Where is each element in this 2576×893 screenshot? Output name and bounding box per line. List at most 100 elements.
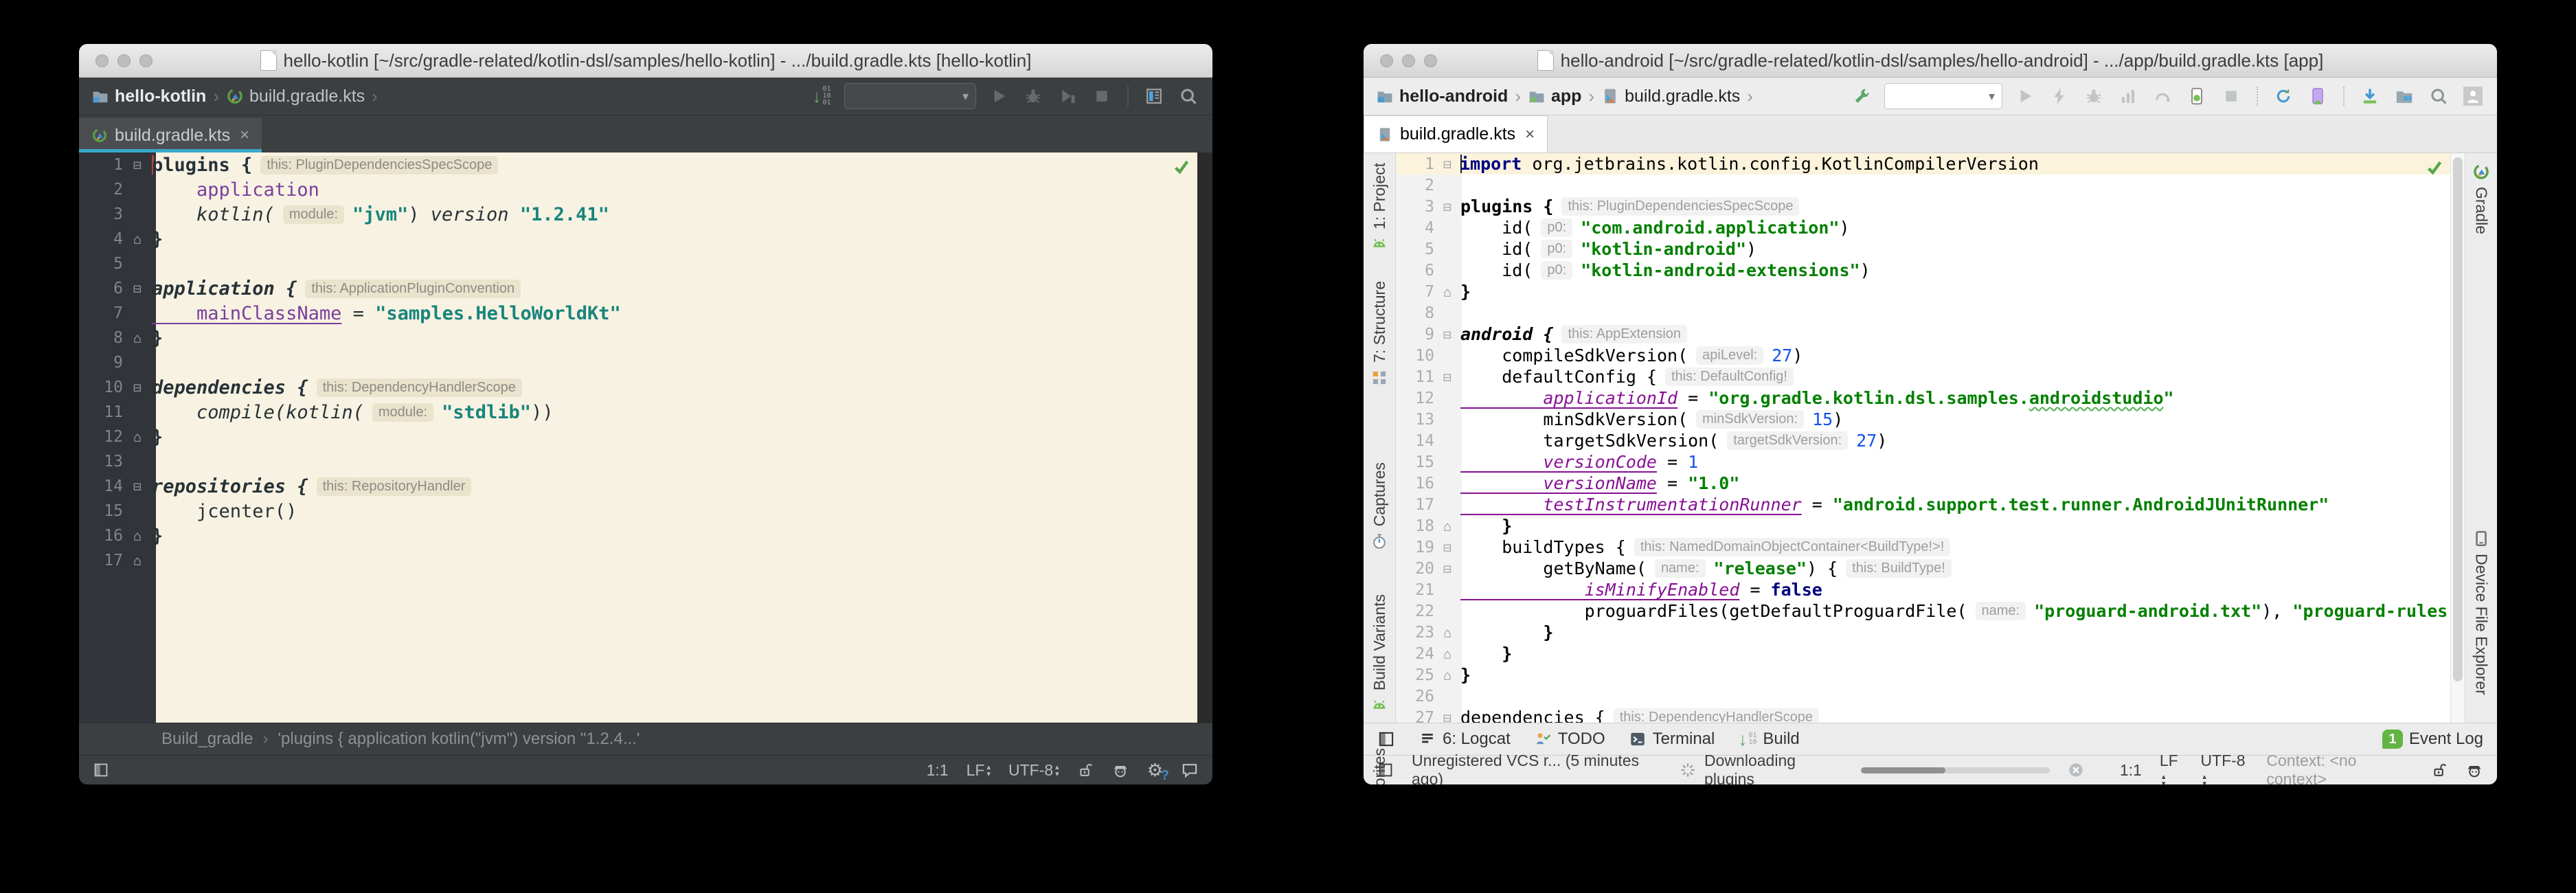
debug-button[interactable] [2082, 84, 2105, 108]
debug-button[interactable] [1021, 84, 1045, 108]
avatar-button[interactable] [2461, 84, 2485, 108]
close-button[interactable] [1380, 54, 1393, 67]
lock-icon[interactable] [1077, 762, 1094, 778]
code-line-10[interactable]: 10⊟dependencies {this: DependencyHandler… [79, 375, 1197, 400]
tool-button-7-structure[interactable]: 7: Structure [1370, 281, 1389, 387]
device-file-explorer-button[interactable] [2393, 84, 2416, 108]
avd-manager-button[interactable] [2306, 84, 2329, 108]
toolwindow-todo[interactable]: TODO [1534, 730, 1605, 749]
event-log-button[interactable]: 1Event Log [2382, 730, 2483, 749]
code-line-13[interactable]: 13 [79, 449, 1197, 474]
code-line-14[interactable]: 14 targetSdkVersion(targetSdkVersion:27) [1396, 430, 2450, 451]
code-line-12[interactable]: 12 applicationId = "org.gradle.kotlin.ds… [1396, 387, 2450, 409]
sync-project-button[interactable] [2272, 84, 2295, 108]
fold-end-icon[interactable]: ⌂ [1434, 647, 1460, 661]
close-tab-icon[interactable]: × [237, 126, 249, 145]
search-everywhere-button[interactable] [2427, 84, 2450, 108]
inspections-ok-icon[interactable] [2426, 159, 2443, 177]
code-line-16[interactable]: 16 versionName = "1.0" [1396, 473, 2450, 494]
fold-end-icon[interactable]: ⌂ [1434, 668, 1460, 682]
breadcrumb-element[interactable]: 'plugins { application kotlin("jvm") ver… [278, 730, 640, 749]
code-line-23[interactable]: 23⌂ } [1396, 622, 2450, 643]
inspections-ok-icon[interactable] [1173, 158, 1190, 176]
code-line-26[interactable]: 26 [1396, 686, 2450, 707]
code-line-1[interactable]: 1⊟import org.jetbrains.kotlin.config.Kot… [1396, 153, 2450, 174]
code-line-8[interactable]: 8⌂} [79, 326, 1197, 350]
run-button[interactable] [987, 84, 1010, 108]
run-configuration-select[interactable]: ▾ [1884, 83, 2002, 109]
lock-icon[interactable] [2431, 762, 2448, 778]
code-line-14[interactable]: 14⊟repositories {this: RepositoryHandler [79, 474, 1197, 499]
code-line-7[interactable]: 7⌂} [1396, 281, 2450, 302]
tool-button-device-file-explorer[interactable]: Device File Explorer [2472, 530, 2491, 695]
code-line-4[interactable]: 4 id(p0:"com.android.application") [1396, 217, 2450, 238]
toolwindow-terminal[interactable]: Terminal [1629, 730, 1715, 749]
code-editor-android[interactable]: 1⊟import org.jetbrains.kotlin.config.Kot… [1396, 153, 2450, 723]
fold-start-icon[interactable]: ⊟ [1434, 370, 1460, 384]
run-configuration-select[interactable]: ▾ [844, 83, 976, 109]
event-bubble-icon[interactable] [1181, 761, 1199, 779]
fold-end-icon[interactable]: ⌂ [123, 331, 152, 345]
fold-start-icon[interactable]: ⊟ [123, 158, 152, 172]
code-line-22[interactable]: 22 proguardFiles(getDefaultProguardFile(… [1396, 600, 2450, 622]
tab-build-gradle-kts[interactable]: build.gradle.kts× [1364, 115, 1548, 152]
apply-changes-button[interactable] [2048, 84, 2071, 108]
zoom-button[interactable] [139, 54, 152, 67]
code-line-16[interactable]: 16⌂} [79, 523, 1197, 548]
fold-start-icon[interactable]: ⊟ [1434, 328, 1460, 341]
caret-position[interactable]: 1:1 [2120, 761, 2142, 780]
gradle-wrench-button[interactable] [1850, 84, 1873, 108]
code-line-6[interactable]: 6 id(p0:"kotlin-android-extensions") [1396, 260, 2450, 281]
code-line-15[interactable]: 15 jcenter() [79, 499, 1197, 523]
zoom-button[interactable] [1424, 54, 1437, 67]
line-separator-select[interactable]: LF▴▾ [967, 761, 991, 780]
code-line-13[interactable]: 13 minSdkVersion(minSdkVersion:15) [1396, 409, 2450, 430]
attach-debugger-button[interactable] [2151, 84, 2174, 108]
cancel-icon[interactable] [2068, 762, 2084, 778]
breadcrumb-file[interactable]: Build_gradle [161, 730, 253, 749]
stop-button[interactable] [2219, 84, 2243, 108]
run-button[interactable] [2013, 84, 2037, 108]
code-line-2[interactable]: 2 [1396, 174, 2450, 196]
attach-to-android-process-button[interactable] [2185, 84, 2208, 108]
line-separator-select[interactable]: LF▴▾ [2160, 751, 2183, 784]
code-line-18[interactable]: 18⌂ } [1396, 515, 2450, 536]
context-indicator[interactable]: Context: <no context> [2266, 751, 2413, 784]
search-everywhere-button[interactable] [1177, 84, 1200, 108]
code-line-3[interactable]: 3⊟plugins {this: PluginDependenciesSpecS… [1396, 196, 2450, 217]
minimize-button[interactable] [1402, 54, 1415, 67]
fold-end-icon[interactable]: ⌂ [1434, 519, 1460, 533]
make-project-button[interactable]: ↓01 10 01 [810, 84, 833, 108]
vcs-status-text[interactable]: Unregistered VCS r... (5 minutes ago) [1412, 751, 1662, 784]
grid-icon[interactable] [93, 762, 109, 778]
code-line-7[interactable]: 7 mainClassName = "samples.HelloWorldKt" [79, 301, 1197, 326]
code-line-3[interactable]: 3 kotlin(module:"jvm") version "1.2.41" [79, 202, 1197, 227]
fold-start-icon[interactable]: ⊟ [1434, 562, 1460, 576]
code-editor-kotlin[interactable]: 1⊟plugins {this: PluginDependenciesSpecS… [79, 152, 1197, 723]
hector-icon[interactable] [2465, 761, 2483, 779]
code-line-8[interactable]: 8 [1396, 302, 2450, 324]
code-line-4[interactable]: 4⌂} [79, 227, 1197, 251]
tool-button-captures[interactable]: Captures [1370, 462, 1389, 550]
profiler-button[interactable] [2116, 84, 2140, 108]
close-button[interactable] [95, 54, 109, 67]
minimize-button[interactable] [117, 54, 131, 67]
tool-button-1-project[interactable]: 1: Project [1370, 163, 1389, 253]
fold-start-icon[interactable]: ⊟ [123, 479, 152, 493]
tab-build-gradle-kts[interactable]: build.gradle.kts× [79, 118, 262, 152]
code-line-9[interactable]: 9⊟android {this: AppExtension [1396, 324, 2450, 345]
code-line-25[interactable]: 25⌂} [1396, 664, 2450, 686]
code-line-24[interactable]: 24⌂ } [1396, 643, 2450, 664]
code-line-20[interactable]: 20⊟ getByName(name:"release") {this: Bui… [1396, 558, 2450, 579]
code-line-17[interactable]: 17⌂ [79, 548, 1197, 573]
fold-start-icon[interactable]: ⊟ [123, 381, 152, 394]
code-line-1[interactable]: 1⊟plugins {this: PluginDependenciesSpecS… [79, 152, 1197, 177]
caret-position[interactable]: 1:1 [927, 761, 949, 780]
fold-start-icon[interactable]: ⊟ [1434, 200, 1460, 214]
fold-end-icon[interactable]: ⌂ [123, 232, 152, 246]
breadcrumb-item-hello-android[interactable]: hello-android [1376, 87, 1508, 106]
fold-end-icon[interactable]: ⌂ [123, 430, 152, 444]
fold-start-icon[interactable]: ⊟ [1434, 711, 1460, 723]
encoding-select[interactable]: UTF-8▴▾ [1008, 761, 1059, 780]
code-line-17[interactable]: 17 testInstrumentationRunner = "android.… [1396, 494, 2450, 515]
